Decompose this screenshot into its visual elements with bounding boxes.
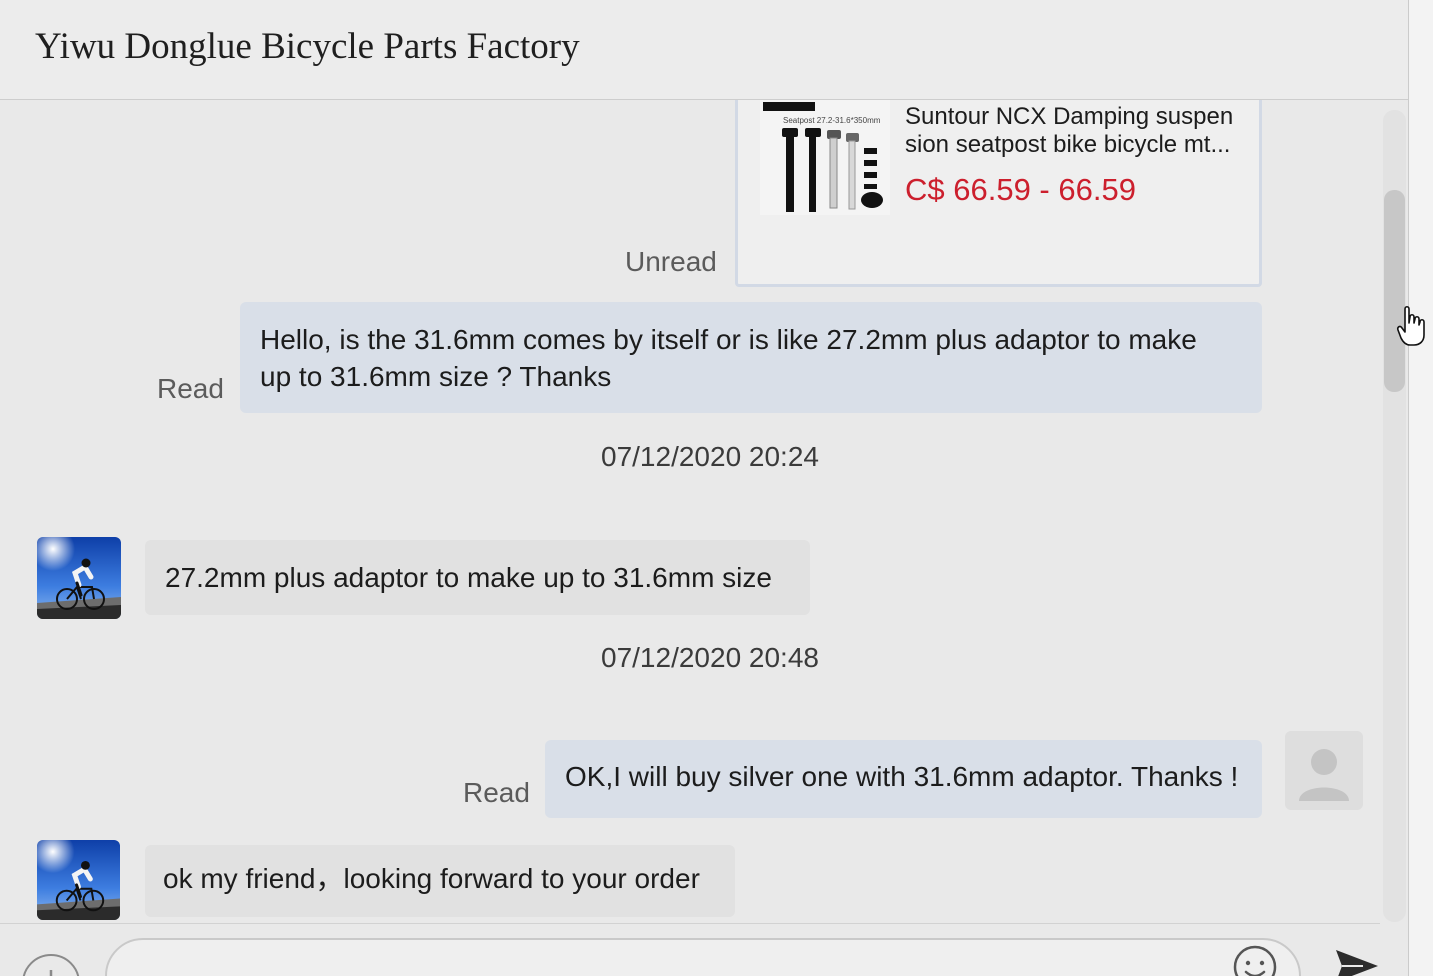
message-read-status: Read	[157, 373, 224, 404]
default-user-icon	[1299, 749, 1349, 801]
product-title-line-2: sion seatpost bike bicycle mt...	[905, 131, 1231, 158]
incoming-message: ok my friend，looking forward to your ord…	[145, 845, 735, 917]
scrollbar-thumb[interactable]	[1384, 190, 1405, 392]
product-price: C$ 66.59 - 66.59	[905, 172, 1136, 207]
message-input[interactable]	[105, 938, 1301, 976]
outgoing-message: OK,I will buy silver one with 31.6mm ada…	[545, 740, 1262, 818]
emoji-icon	[1233, 945, 1277, 976]
message-timestamp: 07/12/2020 20:24	[601, 441, 819, 472]
message-timestamp: 07/12/2020 20:48	[601, 642, 819, 673]
outgoing-message: Hello, is the 31.6mm comes by itself or …	[240, 302, 1262, 413]
message-read-status: Read	[463, 777, 530, 808]
incoming-message: 27.2mm plus adaptor to make up to 31.6mm…	[145, 540, 810, 615]
hand-pointer-icon	[1397, 305, 1425, 346]
supplier-avatar[interactable]	[37, 537, 121, 619]
my-avatar[interactable]	[1285, 731, 1363, 810]
product-read-status: Unread	[625, 246, 717, 277]
send-icon	[1336, 950, 1378, 976]
chat-header: Yiwu Donglue Bicycle Parts Factory	[0, 0, 1408, 100]
emoji-button[interactable]	[1232, 944, 1278, 976]
add-attachment-button[interactable]	[22, 954, 80, 976]
plus-icon	[49, 970, 53, 976]
product-card[interactable]: Seatpost 27.2-31.6*350mm Suntour NCX Dam…	[735, 86, 1262, 287]
product-image-caption: Seatpost 27.2-31.6*350mm	[783, 116, 881, 125]
window-edge	[1408, 0, 1433, 976]
chat-title: Yiwu Donglue Bicycle Parts Factory	[35, 26, 580, 67]
composer-divider	[0, 923, 1380, 924]
send-button[interactable]	[1333, 944, 1381, 976]
supplier-avatar[interactable]	[37, 840, 120, 920]
product-title-line-1: Suntour NCX Damping suspen	[905, 103, 1234, 130]
chat-window: Yiwu Donglue Bicycle Parts Factory Seatp…	[0, 0, 1408, 976]
